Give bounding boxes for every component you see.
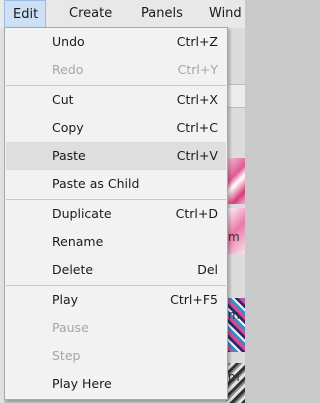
menu-item-label: Pause [52, 320, 89, 335]
menu-item-label: Paste [52, 148, 86, 163]
menu-create[interactable]: Create [69, 0, 112, 28]
menu-item-shortcut: Ctrl+C [176, 120, 218, 135]
menu-item-label: Step [52, 348, 81, 363]
background-thumbnail [226, 158, 245, 204]
menu-item-step[interactable]: Step [6, 342, 226, 370]
menu-panels[interactable]: Panels [141, 0, 183, 28]
menu-item-label: Paste as Child [52, 176, 140, 191]
menu-item-shortcut: Ctrl+F5 [170, 292, 218, 307]
menu-item-shortcut: Del [197, 262, 218, 277]
menu-item-rename[interactable]: Rename [6, 228, 226, 256]
background-thumbnail [226, 298, 245, 352]
edit-menu-dropdown: Undo Ctrl+Z Redo Ctrl+Y Cut Ctrl+X Copy … [4, 27, 228, 400]
menu-item-play[interactable]: Play Ctrl+F5 [6, 286, 226, 314]
menu-item-label: Play Here [52, 376, 112, 391]
menu-item-shortcut: Ctrl+Y [177, 62, 218, 77]
menu-item-label: Play [52, 292, 79, 307]
background-row-label: m [228, 308, 240, 322]
menu-item-pause[interactable]: Pause [6, 314, 226, 342]
menu-item-paste-as-child[interactable]: Paste as Child [6, 170, 226, 198]
menu-item-shortcut: Ctrl+V [176, 148, 218, 163]
menu-item-label: Delete [52, 262, 94, 277]
background-right-panel [226, 28, 245, 403]
menu-item-delete[interactable]: Delete Del [6, 256, 226, 284]
menu-window[interactable]: Wind [209, 0, 242, 28]
background-header-row [226, 84, 245, 108]
menu-item-undo[interactable]: Undo Ctrl+Z [6, 28, 226, 56]
menu-item-cut[interactable]: Cut Ctrl+X [6, 86, 226, 114]
menu-bar: Edit Create Panels Wind [0, 0, 245, 29]
menu-item-label: Cut [52, 92, 74, 107]
menu-item-label: Undo [52, 34, 85, 49]
menu-item-label: Duplicate [52, 206, 112, 221]
background-row-label: m [228, 370, 240, 384]
menu-item-label: Rename [52, 234, 104, 249]
menu-item-duplicate[interactable]: Duplicate Ctrl+D [6, 200, 226, 228]
menu-item-shortcut: Ctrl+Z [176, 34, 218, 49]
background-row-label: m [228, 230, 240, 244]
menu-item-label: Copy [52, 120, 84, 135]
menu-item-shortcut: Ctrl+D [175, 206, 218, 221]
menu-item-copy[interactable]: Copy Ctrl+C [6, 114, 226, 142]
menu-item-shortcut: Ctrl+X [176, 92, 218, 107]
menu-item-label: Redo [52, 62, 84, 77]
menu-edit[interactable]: Edit [4, 0, 46, 28]
menu-item-redo[interactable]: Redo Ctrl+Y [6, 56, 226, 84]
menu-item-paste[interactable]: Paste Ctrl+V [6, 142, 226, 170]
menu-item-play-here[interactable]: Play Here [6, 370, 226, 398]
